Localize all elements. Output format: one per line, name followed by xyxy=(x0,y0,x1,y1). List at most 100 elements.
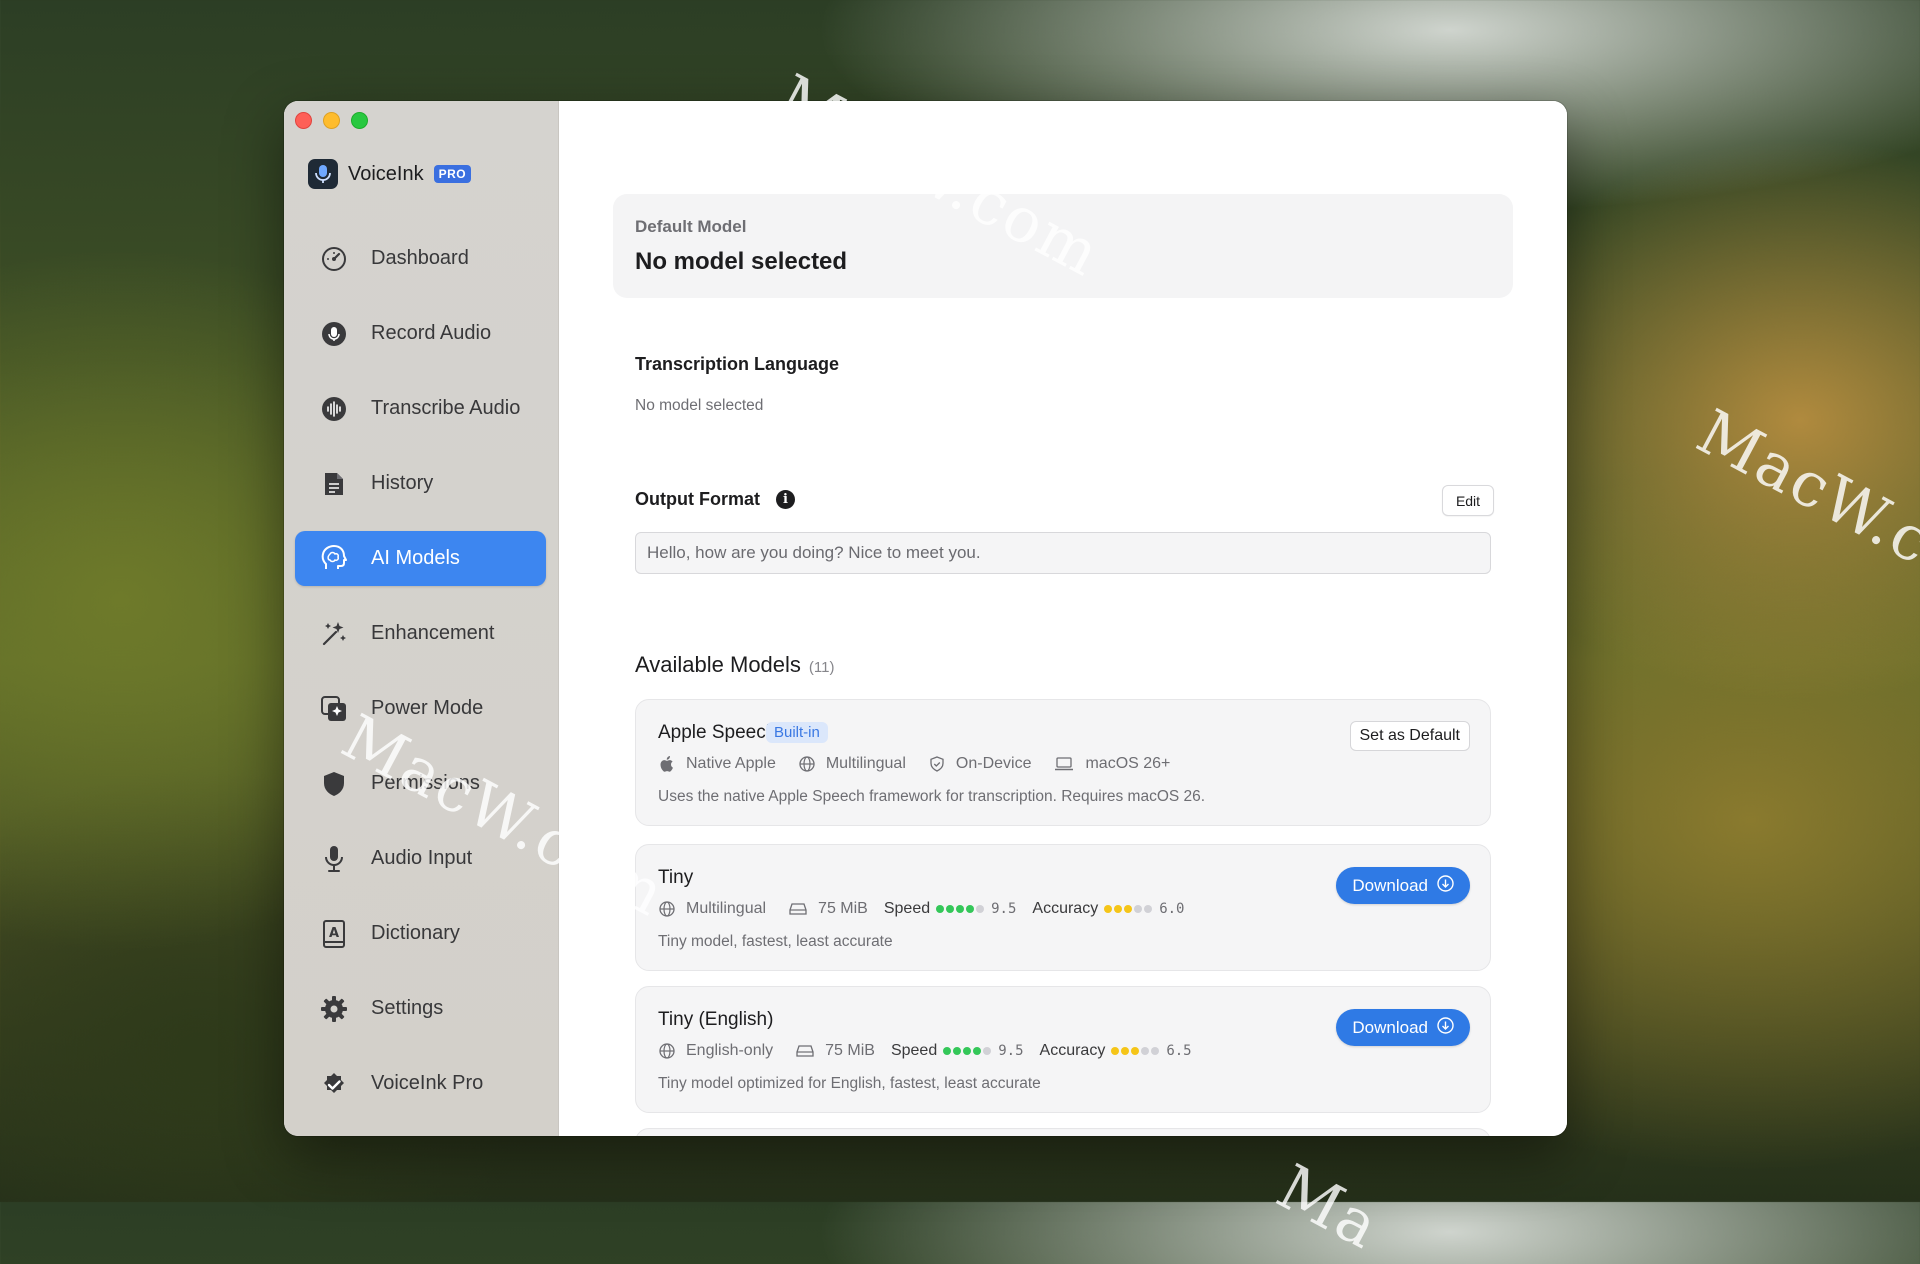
model-description: Tiny model, fastest, least accurate xyxy=(658,933,893,950)
sidebar-item-history[interactable]: History xyxy=(295,456,546,511)
accuracy-label: Accuracy xyxy=(1039,1042,1106,1059)
app-window: VoiceInk PRO Dashboard Record Audio Tran… xyxy=(284,101,1567,1136)
speed-value: 9.5 xyxy=(991,901,1017,917)
meta-requirement: macOS 26+ xyxy=(1085,755,1171,772)
set-as-default-button[interactable]: Set as Default xyxy=(1349,721,1470,751)
sidebar-item-dashboard[interactable]: Dashboard xyxy=(295,231,546,286)
rating-dot xyxy=(1121,1047,1130,1055)
available-models-title: Available Models xyxy=(635,652,801,677)
sidebar-item-label: Enhancement xyxy=(371,622,495,644)
sidebar-item-power-mode[interactable]: Power Mode xyxy=(295,681,546,736)
model-name: Tiny xyxy=(658,867,694,888)
sidebar-item-label: Power Mode xyxy=(371,697,484,719)
sidebar-item-settings[interactable]: Settings xyxy=(295,981,546,1036)
rating-dot xyxy=(1131,1047,1140,1055)
model-name: Tiny (English) xyxy=(658,1009,774,1030)
model-card-tiny: Tiny Multilingual 75 MiB Speed 9.5 Accur… xyxy=(635,844,1491,971)
sidebar-item-record-audio[interactable]: Record Audio xyxy=(295,306,546,361)
main-content: Default Model No model selected Transcri… xyxy=(559,101,1567,1136)
sparkle-square-icon xyxy=(319,694,349,724)
sidebar-item-enhancement[interactable]: Enhancement xyxy=(295,606,546,661)
app-brand: VoiceInk PRO xyxy=(308,159,472,189)
speed-value: 9.5 xyxy=(998,1043,1024,1059)
sidebar-item-label: VoiceInk Pro xyxy=(371,1072,484,1094)
download-button[interactable]: Download xyxy=(1336,867,1470,904)
sidebar-item-label: Permissions xyxy=(371,772,480,794)
checkmark-seal-icon xyxy=(319,1069,349,1099)
gear-icon xyxy=(319,994,349,1024)
rating-dot xyxy=(973,1047,982,1055)
model-description: Tiny model optimized for English, fastes… xyxy=(658,1075,1041,1092)
rating-dot xyxy=(1134,905,1143,913)
sidebar-item-label: Dictionary xyxy=(371,922,460,944)
disk-icon xyxy=(795,1042,815,1060)
available-models-count: (11) xyxy=(808,659,835,676)
meta-source: Native Apple xyxy=(686,755,776,772)
output-format-preview: Hello, how are you doing? Nice to meet y… xyxy=(635,532,1491,574)
model-meta: Multilingual 75 MiB Speed 9.5 Accuracy 6… xyxy=(658,900,1185,918)
meta-language: Multilingual xyxy=(825,755,906,772)
rating-dot xyxy=(983,1047,992,1055)
gauge-icon xyxy=(319,244,349,274)
sidebar-item-audio-input[interactable]: Audio Input xyxy=(295,831,546,886)
sparkles-icon xyxy=(319,619,349,649)
sidebar-item-label: History xyxy=(371,472,434,494)
meta-location: On-Device xyxy=(955,755,1032,772)
sidebar-item-label: Transcribe Audio xyxy=(371,397,521,419)
default-model-label: Default Model xyxy=(635,217,747,236)
edit-output-format-button[interactable]: Edit xyxy=(1442,485,1494,516)
close-button[interactable] xyxy=(295,112,312,129)
sidebar-item-dictionary[interactable]: A Dictionary xyxy=(295,906,546,961)
sidebar-item-transcribe-audio[interactable]: Transcribe Audio xyxy=(295,381,546,436)
brain-head-icon xyxy=(319,544,349,574)
meta-size: 75 MiB xyxy=(825,1042,875,1059)
rating-dot xyxy=(956,905,965,913)
accuracy-value: 6.0 xyxy=(1159,901,1185,917)
accuracy-rating xyxy=(1104,905,1153,913)
globe-icon xyxy=(658,1042,676,1060)
rating-dot xyxy=(1141,1047,1150,1055)
globe-icon xyxy=(798,755,816,773)
default-model-card: Default Model No model selected xyxy=(613,194,1513,298)
rating-dot xyxy=(1144,905,1153,913)
sidebar-item-permissions[interactable]: Permissions xyxy=(295,756,546,811)
info-icon[interactable]: i xyxy=(775,490,795,509)
shield-icon xyxy=(319,769,349,799)
minimize-button[interactable] xyxy=(323,112,340,129)
rating-dot xyxy=(1151,1047,1160,1055)
rating-dot xyxy=(1114,905,1123,913)
document-icon xyxy=(319,469,349,499)
app-name: VoiceInk xyxy=(348,162,424,185)
speed-label: Speed xyxy=(883,900,931,917)
rating-dot xyxy=(1111,1047,1120,1055)
app-logo-icon xyxy=(308,159,338,189)
sidebar-item-ai-models[interactable]: AI Models xyxy=(295,531,546,586)
transcription-language-value: No model selected xyxy=(635,397,764,414)
watermark: Ma xyxy=(1265,1150,1393,1264)
accuracy-label: Accuracy xyxy=(1032,900,1099,917)
default-model-value: No model selected xyxy=(635,248,848,275)
rating-dot xyxy=(1104,905,1113,913)
svg-text:A: A xyxy=(329,926,339,941)
speed-rating xyxy=(936,905,985,913)
sidebar-item-voiceink-pro[interactable]: VoiceInk Pro xyxy=(295,1056,546,1111)
rating-dot xyxy=(943,1047,952,1055)
microphone-icon xyxy=(319,844,349,874)
download-button[interactable]: Download xyxy=(1336,1009,1470,1046)
sidebar-item-label: Audio Input xyxy=(371,847,473,869)
watermark: MacW.co xyxy=(1685,395,1920,598)
rating-dot xyxy=(946,905,955,913)
zoom-button[interactable] xyxy=(351,112,368,129)
waveform-circle-icon xyxy=(319,394,349,424)
model-name: Apple Speech xyxy=(658,722,777,743)
sidebar-nav: Dashboard Record Audio Transcribe Audio … xyxy=(295,231,546,1131)
accuracy-value: 6.5 xyxy=(1166,1043,1192,1059)
model-description: Uses the native Apple Speech framework f… xyxy=(658,788,1206,805)
apple-icon xyxy=(658,755,676,773)
rating-dot xyxy=(966,905,975,913)
output-format-title: Output Format xyxy=(635,489,760,509)
download-circle-icon xyxy=(1437,1016,1454,1039)
rating-dot xyxy=(953,1047,962,1055)
available-models-header: Available Models (11) xyxy=(635,652,834,678)
rating-dot xyxy=(963,1047,972,1055)
